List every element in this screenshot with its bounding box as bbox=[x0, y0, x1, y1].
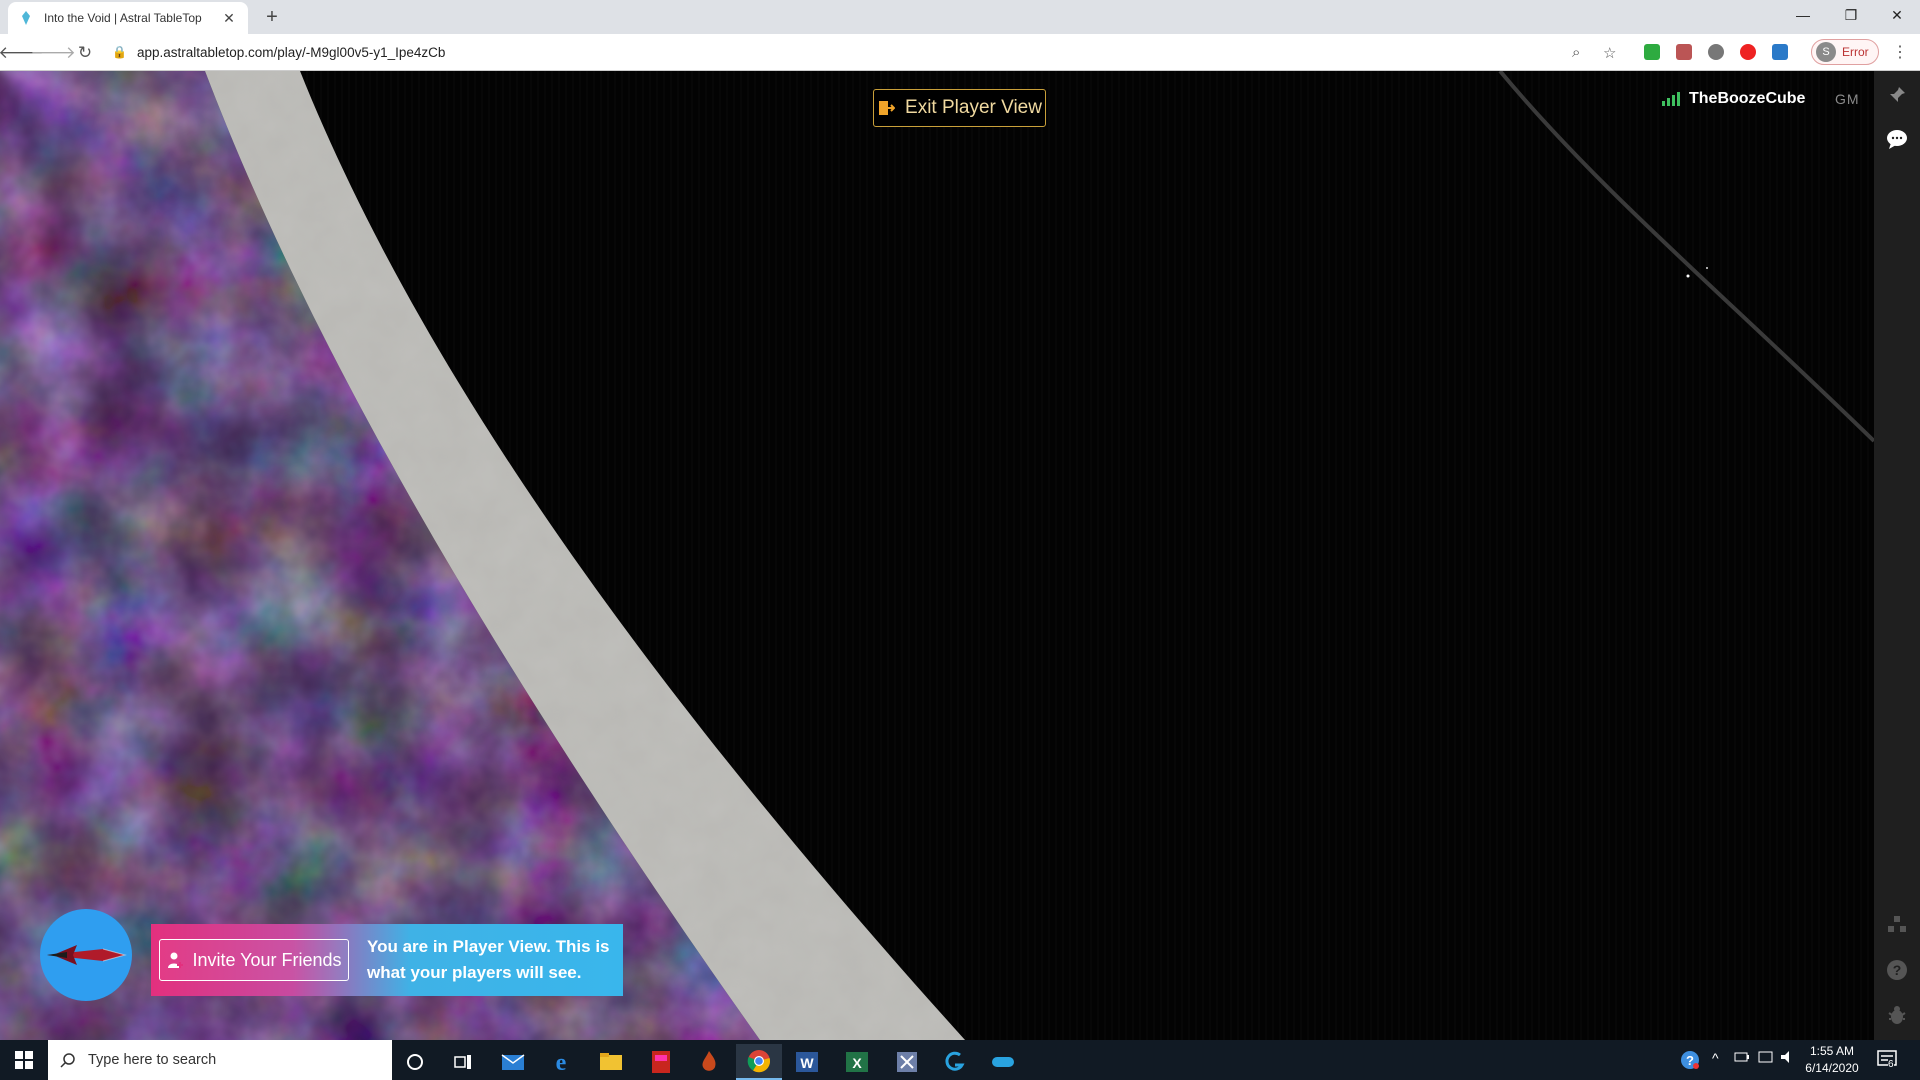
logitech-app-icon[interactable] bbox=[932, 1044, 978, 1080]
extension-download-icon[interactable] bbox=[1772, 44, 1788, 60]
flame-app-icon[interactable] bbox=[686, 1044, 732, 1080]
reload-button[interactable]: ↻ bbox=[72, 40, 98, 66]
chrome-browser-icon[interactable] bbox=[736, 1044, 782, 1080]
cortana-icon[interactable] bbox=[392, 1044, 438, 1080]
role-label: GM bbox=[1835, 91, 1860, 107]
help-icon[interactable]: ? bbox=[1885, 958, 1909, 982]
minimize-button[interactable]: — bbox=[1780, 0, 1826, 30]
svg-text:e: e bbox=[556, 1050, 567, 1074]
address-bar[interactable]: 🔒 app.astraltabletop.com/play/-M9gl00v5-… bbox=[112, 38, 1602, 66]
bookmark-star-icon[interactable]: ☆ bbox=[1603, 44, 1616, 62]
new-tab-button[interactable]: + bbox=[260, 6, 284, 28]
snipping-tool-icon[interactable] bbox=[884, 1044, 930, 1080]
clock-date: 6/14/2020 bbox=[1805, 1061, 1859, 1075]
browser-tab-strip: Into the Void | Astral TableTop ✕ + — ❐ … bbox=[0, 0, 1920, 34]
tab-title: Into the Void | Astral TableTop bbox=[44, 11, 202, 25]
pin-icon[interactable] bbox=[1885, 83, 1909, 107]
url-text: app.astraltabletop.com/play/-M9gl00v5-y1… bbox=[136, 44, 446, 60]
browser-toolbar: 🡐 🡒 ↻ 🔒 app.astraltabletop.com/play/-M9g… bbox=[0, 34, 1920, 71]
word-app-icon[interactable]: W bbox=[784, 1044, 830, 1080]
restore-button[interactable]: ❐ bbox=[1828, 0, 1874, 30]
pdf-app-icon[interactable] bbox=[638, 1044, 684, 1080]
chevron-up-icon[interactable]: ^ bbox=[1712, 1050, 1719, 1066]
svg-text:?: ? bbox=[1686, 1053, 1694, 1068]
zoom-icon[interactable]: ⌕ bbox=[1572, 44, 1580, 61]
add-person-icon bbox=[168, 952, 184, 968]
rocket-logo-icon bbox=[47, 945, 127, 965]
close-window-button[interactable]: ✕ bbox=[1874, 0, 1920, 30]
start-button[interactable] bbox=[0, 1040, 48, 1080]
extension-check-icon[interactable] bbox=[1644, 44, 1660, 60]
invite-friends-label: Invite Your Friends bbox=[192, 949, 342, 970]
connection-signal-icon bbox=[1662, 92, 1680, 106]
right-sidebar: ? bbox=[1874, 71, 1920, 1040]
map-artwork bbox=[0, 71, 1874, 1040]
map-canvas[interactable] bbox=[0, 71, 1874, 1040]
search-icon bbox=[60, 1053, 75, 1068]
game-app-icon[interactable] bbox=[980, 1044, 1026, 1080]
exit-player-view-label: Exit Player View bbox=[905, 97, 1042, 118]
notification-count: 6 bbox=[1888, 1059, 1894, 1070]
svg-text:X: X bbox=[852, 1055, 862, 1071]
astral-tabletop-icon bbox=[18, 10, 34, 26]
bug-icon[interactable] bbox=[1885, 1003, 1909, 1027]
profile-avatar: S bbox=[1816, 42, 1836, 62]
player-view-banner: Invite Your Friends You are in Player Vi… bbox=[151, 924, 623, 996]
user-status: TheBoozeCube bbox=[1662, 90, 1805, 108]
mail-app-icon[interactable] bbox=[490, 1044, 536, 1080]
player-view-message: You are in Player View. This is what you… bbox=[367, 937, 610, 982]
windows-logo-icon bbox=[15, 1051, 33, 1069]
tabletop-logo-button[interactable] bbox=[40, 909, 132, 1001]
exit-player-view-button[interactable]: Exit Player View bbox=[873, 89, 1046, 127]
extension-opera-icon[interactable] bbox=[1740, 44, 1756, 60]
volume-icon[interactable] bbox=[1780, 1050, 1796, 1067]
svg-text:?: ? bbox=[1893, 962, 1902, 978]
invite-friends-button[interactable]: Invite Your Friends bbox=[159, 939, 349, 981]
profile-status: Error bbox=[1842, 45, 1869, 59]
help-tray-icon[interactable]: ? bbox=[1680, 1050, 1700, 1073]
browser-tab[interactable]: Into the Void | Astral TableTop ✕ bbox=[8, 2, 248, 34]
svg-text:W: W bbox=[800, 1055, 814, 1071]
edge-browser-icon[interactable]: e bbox=[538, 1044, 584, 1080]
grid-icon[interactable] bbox=[1885, 913, 1909, 937]
excel-app-icon[interactable]: X bbox=[834, 1044, 880, 1080]
battery-icon[interactable] bbox=[1734, 1050, 1750, 1066]
chat-icon[interactable] bbox=[1885, 127, 1909, 151]
network-icon[interactable] bbox=[1758, 1050, 1774, 1067]
task-view-icon[interactable] bbox=[440, 1044, 486, 1080]
exit-door-icon bbox=[879, 101, 896, 115]
action-center-button[interactable]: 6 bbox=[1876, 1048, 1900, 1072]
extension-pdf-icon[interactable] bbox=[1676, 44, 1692, 60]
forward-button[interactable]: 🡒 bbox=[30, 40, 76, 66]
system-clock[interactable]: 1:55 AM 6/14/2020 bbox=[1797, 1043, 1867, 1077]
taskbar-search-box[interactable]: Type here to search bbox=[48, 1040, 392, 1080]
taskbar-search-placeholder: Type here to search bbox=[88, 1052, 217, 1068]
lock-icon: 🔒 bbox=[112, 45, 127, 59]
clock-time: 1:55 AM bbox=[1809, 1044, 1855, 1058]
username: TheBoozeCube bbox=[1689, 90, 1806, 107]
extension-circle-icon[interactable] bbox=[1708, 44, 1724, 60]
browser-menu-icon[interactable]: ⋮ bbox=[1892, 42, 1908, 62]
tab-close-icon[interactable]: ✕ bbox=[220, 10, 238, 27]
file-explorer-icon[interactable] bbox=[588, 1044, 634, 1080]
profile-button[interactable]: S Error bbox=[1811, 39, 1879, 65]
windows-taskbar: Type here to search e W X ? ^ 1:55 AM 6/… bbox=[0, 1040, 1920, 1080]
